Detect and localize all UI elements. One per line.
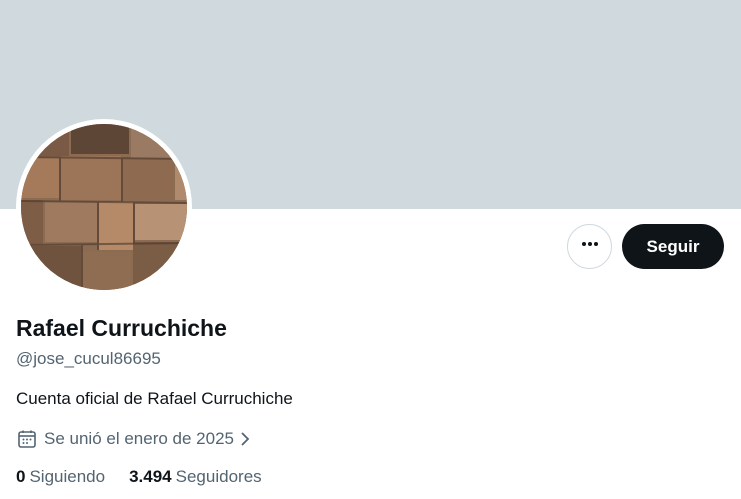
profile-handle: @jose_cucul86695 <box>16 349 161 368</box>
joined-date[interactable]: Se unió el enero de 2025 <box>16 428 252 450</box>
following-link[interactable]: 0 Siguiendo <box>16 467 105 487</box>
more-icon <box>580 234 600 259</box>
more-options-button[interactable] <box>567 224 612 269</box>
avatar-image <box>21 124 187 290</box>
chevron-right-icon <box>238 430 252 448</box>
following-count: 0 <box>16 467 26 486</box>
followers-count: 3.494 <box>129 467 172 486</box>
avatar[interactable] <box>16 119 192 295</box>
joined-label: Se unió el enero de 2025 <box>44 429 234 448</box>
following-label: Siguiendo <box>29 467 106 486</box>
profile-name: Rafael Curruchiche <box>16 315 227 341</box>
followers-label: Seguidores <box>175 467 262 486</box>
calendar-icon <box>16 428 38 450</box>
profile-stats: 0 Siguiendo 3.494 Seguidores <box>16 467 262 487</box>
profile-bio: Cuenta oficial de Rafael Curruchiche <box>16 389 293 408</box>
followers-link[interactable]: 3.494 Seguidores <box>129 467 262 487</box>
follow-button[interactable]: Seguir <box>622 224 724 269</box>
